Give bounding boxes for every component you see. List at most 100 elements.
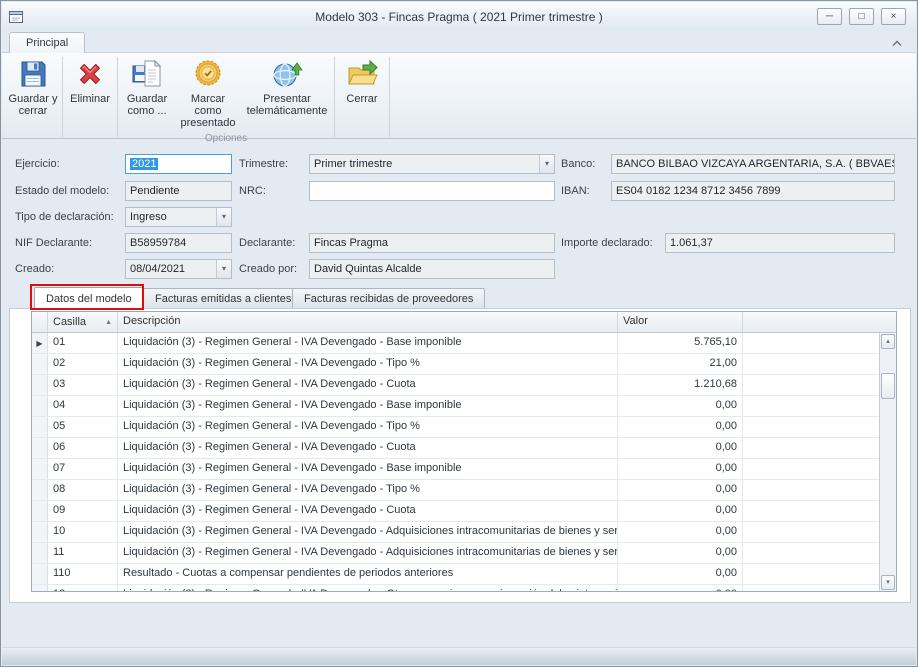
- row-indicator-header: [32, 312, 48, 332]
- cell-descripcion: Liquidación (3) - Regimen General - IVA …: [118, 585, 618, 591]
- save-and-close-button[interactable]: Guardar y cerrar: [6, 56, 60, 132]
- dropdown-arrow-icon[interactable]: ▾: [216, 208, 231, 226]
- tab-facturas-emitidas[interactable]: Facturas emitidas a clientes: [143, 288, 303, 308]
- save-as-icon: [131, 58, 163, 90]
- window-title: Modelo 303 - Fincas Pragma ( 2021 Primer…: [2, 10, 916, 24]
- field-value: Pendiente: [130, 185, 180, 197]
- scroll-up-icon[interactable]: ▴: [881, 334, 895, 349]
- delete-icon: [74, 58, 106, 90]
- row-indicator-cell: [32, 396, 48, 416]
- cell-filler: [743, 438, 879, 458]
- tipo-declaracion-dropdown[interactable]: Ingreso ▾: [125, 207, 232, 227]
- cell-descripcion: Liquidación (3) - Regimen General - IVA …: [118, 480, 618, 500]
- nrc-field[interactable]: [309, 181, 555, 201]
- estado-field[interactable]: Pendiente: [125, 181, 232, 201]
- ejercicio-label: Ejercicio:: [15, 157, 60, 171]
- cell-casilla: 01: [48, 333, 118, 353]
- importe-declarado-field[interactable]: 1.061,37: [665, 233, 895, 253]
- toolbar-separator: [117, 57, 118, 137]
- nif-declarante-field[interactable]: B58959784: [125, 233, 232, 253]
- cell-casilla: 04: [48, 396, 118, 416]
- dropdown-arrow-icon[interactable]: ▾: [216, 260, 231, 278]
- iban-field[interactable]: ES04 0182 1234 8712 3456 7899: [611, 181, 895, 201]
- table-row[interactable]: 11 Liquidación (3) - Regimen General - I…: [32, 543, 879, 564]
- cell-casilla: 02: [48, 354, 118, 374]
- column-label: Casilla: [53, 316, 86, 328]
- ejercicio-field[interactable]: 2021: [125, 154, 232, 174]
- cell-descripcion: Liquidación (3) - Regimen General - IVA …: [118, 396, 618, 416]
- table-row[interactable]: 03 Liquidación (3) - Regimen General - I…: [32, 375, 879, 396]
- button-label: Presentar telemáticamente: [244, 93, 330, 117]
- globe-upload-icon: [271, 58, 303, 90]
- declarante-field[interactable]: Fincas Pragma: [309, 233, 555, 253]
- cell-filler: [743, 333, 879, 353]
- row-indicator-cell: [32, 585, 48, 591]
- table-row[interactable]: 08 Liquidación (3) - Regimen General - I…: [32, 480, 879, 501]
- row-indicator-cell: [32, 543, 48, 563]
- table-row[interactable]: 06 Liquidación (3) - Regimen General - I…: [32, 438, 879, 459]
- sort-ascending-icon: ▲: [105, 319, 112, 326]
- scroll-down-icon[interactable]: ▾: [881, 575, 895, 590]
- table-row[interactable]: 12 Liquidación (3) - Regimen General - I…: [32, 585, 879, 591]
- table-row[interactable]: 02 Liquidación (3) - Regimen General - I…: [32, 354, 879, 375]
- banco-field[interactable]: BANCO BILBAO VIZCAYA ARGENTARIA, S.A. ( …: [611, 154, 895, 174]
- row-indicator-cell: [32, 459, 48, 479]
- row-indicator-cell: [32, 438, 48, 458]
- column-header-valor[interactable]: Valor: [618, 312, 743, 332]
- delete-button[interactable]: Eliminar: [65, 56, 115, 132]
- field-value: 1.061,37: [670, 237, 713, 249]
- creado-por-field[interactable]: David Quintas Alcalde: [309, 259, 555, 279]
- titlebar: Modelo 303 - Fincas Pragma ( 2021 Primer…: [2, 2, 916, 31]
- creado-label: Creado:: [15, 262, 54, 276]
- creado-date-dropdown[interactable]: 08/04/2021 ▾: [125, 259, 232, 279]
- cell-valor: 0,00: [618, 522, 743, 542]
- table-row[interactable]: 09 Liquidación (3) - Regimen General - I…: [32, 501, 879, 522]
- cell-valor: 0,00: [618, 438, 743, 458]
- nif-declarante-label: NIF Declarante:: [15, 236, 92, 250]
- vertical-scrollbar[interactable]: ▴ ▾: [879, 333, 896, 591]
- cell-valor: 5.765,10: [618, 333, 743, 353]
- cell-valor: 1.210,68: [618, 375, 743, 395]
- button-label: Guardar como ...: [122, 93, 172, 117]
- cell-casilla: 03: [48, 375, 118, 395]
- column-header-descripcion[interactable]: Descripción: [118, 312, 618, 332]
- table-row[interactable]: 05 Liquidación (3) - Regimen General - I…: [32, 417, 879, 438]
- table-row[interactable]: 10 Liquidación (3) - Regimen General - I…: [32, 522, 879, 543]
- grid-header: Casilla ▲ Descripción Valor: [32, 312, 896, 333]
- trimestre-dropdown[interactable]: Primer trimestre ▾: [309, 154, 555, 174]
- minimize-button[interactable]: ─: [817, 8, 842, 25]
- mark-as-presented-button[interactable]: Marcar como presentado: [174, 56, 242, 132]
- cell-valor: 0,00: [618, 396, 743, 416]
- button-label: Marcar como presentado: [176, 93, 240, 129]
- row-indicator-cell: [32, 480, 48, 500]
- close-button[interactable]: ×: [881, 8, 906, 25]
- cell-casilla: 07: [48, 459, 118, 479]
- table-row[interactable]: 04 Liquidación (3) - Regimen General - I…: [32, 396, 879, 417]
- cell-valor: 21,00: [618, 354, 743, 374]
- dropdown-arrow-icon[interactable]: ▾: [539, 155, 554, 173]
- cell-filler: [743, 522, 879, 542]
- table-row[interactable]: ▶ 01 Liquidación (3) - Regimen General -…: [32, 333, 879, 354]
- table-row[interactable]: 110 Resultado - Cuotas a compensar pendi…: [32, 564, 879, 585]
- cell-valor: 0,00: [618, 501, 743, 521]
- cell-casilla: 110: [48, 564, 118, 584]
- scrollbar-thumb[interactable]: [881, 373, 895, 399]
- ribbon-tab-principal[interactable]: Principal: [9, 32, 85, 53]
- save-as-button[interactable]: Guardar como ...: [120, 56, 174, 132]
- trimestre-label: Trimestre:: [239, 157, 288, 171]
- tab-datos-del-modelo[interactable]: Datos del modelo: [34, 287, 144, 309]
- close-form-button[interactable]: Cerrar: [337, 56, 387, 132]
- column-header-casilla[interactable]: Casilla ▲: [48, 312, 118, 332]
- tab-facturas-recibidas[interactable]: Facturas recibidas de proveedores: [292, 288, 485, 308]
- chevron-up-icon: [891, 40, 903, 47]
- maximize-button[interactable]: □: [849, 8, 874, 25]
- cell-valor: 0,00: [618, 543, 743, 563]
- creado-por-label: Creado por:: [239, 262, 297, 276]
- cell-descripcion: Liquidación (3) - Regimen General - IVA …: [118, 333, 618, 353]
- row-indicator-cell: [32, 501, 48, 521]
- collapse-ribbon-button[interactable]: [888, 36, 906, 50]
- table-row[interactable]: 07 Liquidación (3) - Regimen General - I…: [32, 459, 879, 480]
- submit-online-button[interactable]: Presentar telemáticamente: [242, 56, 332, 132]
- cell-filler: [743, 417, 879, 437]
- toolbar-separator: [334, 57, 335, 137]
